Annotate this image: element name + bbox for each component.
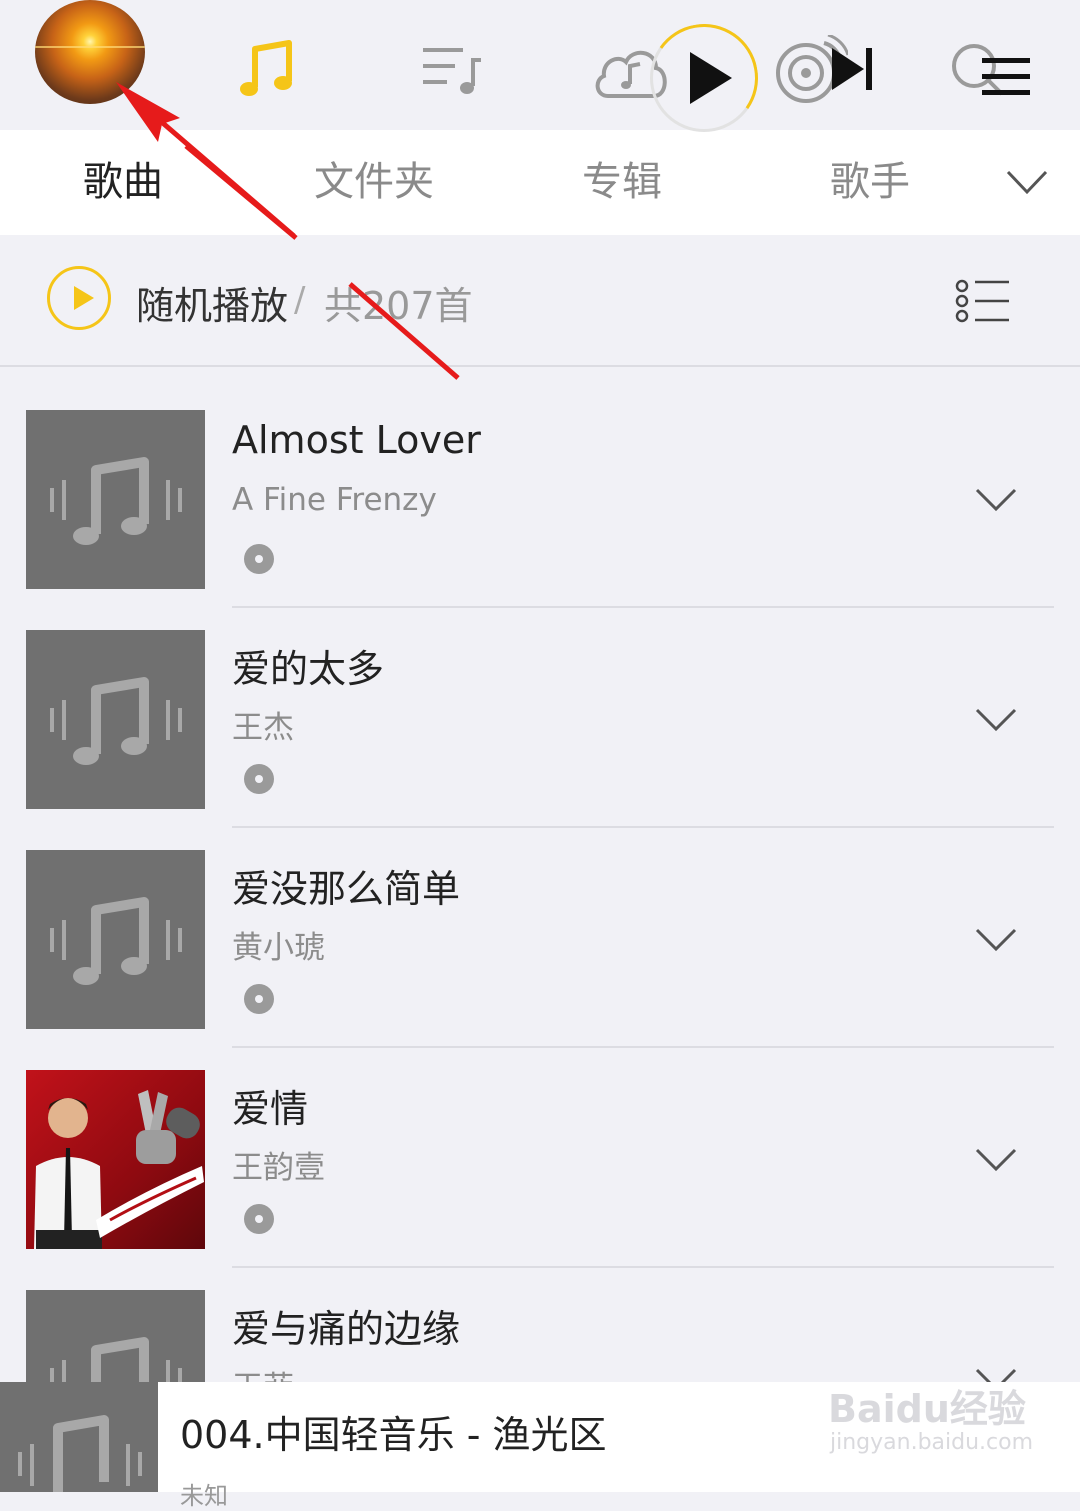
shuffle-play-button[interactable] <box>47 266 111 330</box>
album-art-singer-microphone <box>34 1090 204 1249</box>
music-note-icon <box>18 1415 142 1492</box>
music-note-icon <box>50 457 182 545</box>
disc-icon <box>244 1204 274 1234</box>
song-title: Almost Lover <box>232 418 481 462</box>
disc-icon <box>244 764 274 794</box>
play-icon <box>690 52 732 104</box>
row-divider <box>232 826 1054 828</box>
now-playing-cover <box>0 1382 158 1492</box>
row-divider <box>232 1266 1054 1268</box>
song-title: 爱的太多 <box>232 647 385 691</box>
watermark-sub: jingyan.baidu.com <box>830 1430 1034 1455</box>
song-more-chevron-icon[interactable] <box>974 482 1018 518</box>
shuffle-label[interactable]: 随机播放 <box>136 275 288 330</box>
song-artist: 王韵壹 <box>232 1150 325 1186</box>
now-playing-title: 004.中国轻音乐 - 渔光区 <box>180 1413 607 1457</box>
song-row[interactable]: 爱情 王韵壹 <box>0 1070 1080 1290</box>
music-note-icon[interactable] <box>228 30 308 110</box>
song-artist: 黄小琥 <box>232 930 325 966</box>
song-more-chevron-icon[interactable] <box>974 1142 1018 1178</box>
song-more-chevron-icon[interactable] <box>974 702 1018 738</box>
tab-folders[interactable]: 文件夹 <box>314 130 434 235</box>
top-nav-bar <box>0 0 1080 130</box>
disc-icon <box>244 984 274 1014</box>
album-cover-placeholder <box>26 410 205 589</box>
album-cover-placeholder <box>26 630 205 809</box>
album-cover-the-voice-of-china <box>26 1070 205 1249</box>
user-avatar[interactable] <box>35 0 145 104</box>
row-divider <box>232 1046 1054 1048</box>
now-playing-subtitle: 未知 <box>180 1482 228 1510</box>
music-note-icon <box>50 897 182 985</box>
song-row[interactable]: 爱没那么简单 黄小琥 <box>0 850 1080 1070</box>
play-queue-icon[interactable] <box>980 54 1032 98</box>
shuffle-separator: / <box>294 280 306 320</box>
music-note-icon <box>50 677 182 765</box>
song-more-chevron-icon[interactable] <box>974 922 1018 958</box>
song-row[interactable]: 爱的太多 王杰 <box>0 630 1080 850</box>
avatar-sunset-horizon <box>35 46 145 48</box>
list-select-icon[interactable] <box>955 278 1011 324</box>
song-title: 爱情 <box>232 1087 309 1131</box>
song-artist: 王杰 <box>232 710 294 746</box>
song-row[interactable]: Almost Lover A Fine Frenzy <box>0 410 1080 630</box>
song-count: 共207首 <box>324 284 473 328</box>
playlist-icon[interactable] <box>410 30 490 110</box>
watermark-main: Baidu经验 <box>828 1387 1026 1431</box>
next-track-icon[interactable] <box>828 44 878 94</box>
album-cover-placeholder <box>26 850 205 1029</box>
song-title: 爱没那么简单 <box>232 867 461 911</box>
song-artist: A Fine Frenzy <box>232 482 437 518</box>
tab-songs[interactable]: 歌曲 <box>83 130 163 235</box>
row-divider <box>232 606 1054 608</box>
disc-icon <box>244 544 274 574</box>
baidu-watermark: Baidu经验 jingyan.baidu.com <box>828 1378 1048 1458</box>
tabs-expand-chevron-icon[interactable] <box>1004 160 1050 206</box>
tab-albums[interactable]: 专辑 <box>582 130 662 235</box>
tab-artists[interactable]: 歌手 <box>830 130 910 235</box>
category-tabs: 歌曲 文件夹 专辑 歌手 <box>0 130 1080 235</box>
song-title: 爱与痛的边缘 <box>232 1307 461 1351</box>
